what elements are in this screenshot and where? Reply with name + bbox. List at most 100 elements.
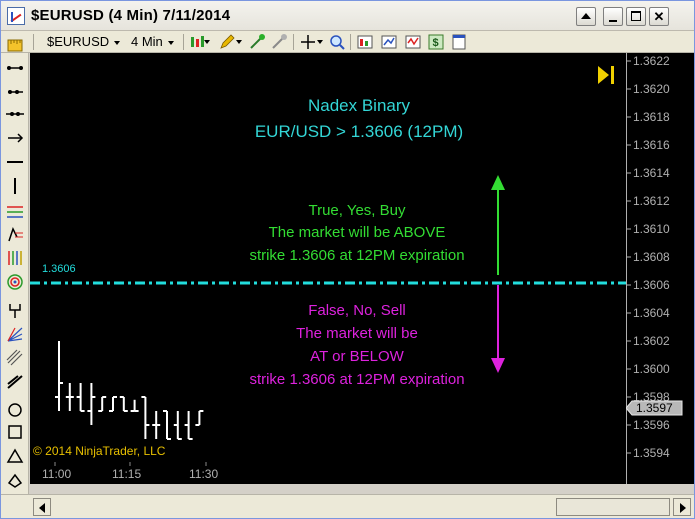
vertical-line-icon[interactable] bbox=[5, 177, 25, 195]
scroll-up-button[interactable] bbox=[576, 7, 596, 26]
left-arrow-icon bbox=[39, 503, 45, 513]
extended-line-icon[interactable] bbox=[5, 105, 25, 123]
instrument-selector[interactable]: $EURUSD bbox=[47, 33, 121, 51]
y-tick-label: 1.3618 bbox=[633, 110, 670, 124]
last-price-label: 1.3597 bbox=[636, 401, 673, 415]
above-annotation-line1: True, Yes, Buy bbox=[308, 202, 406, 219]
below-annotation-line1: False, No, Sell bbox=[308, 302, 406, 319]
toolbar-separator bbox=[293, 34, 294, 50]
time-axis[interactable]: 11:00 11:15 11:30 bbox=[30, 462, 626, 484]
polygon-icon[interactable] bbox=[5, 471, 25, 489]
pencil-icon[interactable] bbox=[218, 33, 236, 51]
maximize-icon bbox=[631, 11, 641, 21]
window-layout-icon[interactable] bbox=[450, 33, 468, 51]
scroll-thumb[interactable] bbox=[556, 498, 670, 516]
interval-label: 4 Min bbox=[131, 34, 163, 49]
copyright-text: © 2014 NinjaTrader, LLC bbox=[33, 444, 166, 458]
below-annotation-line4: strike 1.3606 at 12PM expiration bbox=[249, 371, 464, 388]
ruler-icon[interactable] bbox=[5, 37, 25, 55]
price-axis-ticks: 1.3622 1.3620 1.3618 1.3616 1.3614 1.3612 1.36… bbox=[626, 53, 670, 484]
ohlc-bar bbox=[184, 411, 193, 440]
ohlc-bar bbox=[76, 383, 85, 412]
y-tick-label: 1.3622 bbox=[633, 54, 670, 68]
fib-time-icon[interactable] bbox=[5, 249, 25, 267]
svg-text:$: $ bbox=[433, 37, 439, 49]
ohlc-bar bbox=[163, 410, 171, 440]
scroll-right-button[interactable] bbox=[673, 498, 691, 516]
magnet-icon[interactable] bbox=[248, 33, 266, 51]
properties-icon[interactable] bbox=[356, 33, 374, 51]
y-tick-label: 1.3610 bbox=[633, 222, 670, 236]
scroll-left-button[interactable] bbox=[33, 498, 51, 516]
regression-channel-icon[interactable] bbox=[5, 349, 25, 367]
title-bar[interactable]: $EURUSD (4 Min) 7/11/2014 ✕ bbox=[1, 1, 694, 31]
ohlc-bar bbox=[173, 411, 182, 440]
zoom-icon[interactable] bbox=[328, 33, 346, 51]
ellipse-icon[interactable] bbox=[5, 401, 25, 419]
y-tick-label: 1.3608 bbox=[633, 250, 670, 264]
maximize-button[interactable] bbox=[626, 7, 646, 26]
horizontal-line-icon[interactable] bbox=[5, 153, 25, 171]
line-icon[interactable] bbox=[5, 59, 25, 77]
y-tick-label: 1.3620 bbox=[633, 82, 670, 96]
above-annotation-line2: The market will be ABOVE bbox=[269, 224, 446, 241]
toolbar-separator bbox=[350, 34, 351, 50]
arrow-line-icon[interactable] bbox=[5, 129, 25, 147]
triangle-icon[interactable] bbox=[5, 447, 25, 465]
up-arrow-icon bbox=[581, 13, 591, 19]
below-annotation-line2: The market will be bbox=[296, 325, 418, 342]
ohlc-bar bbox=[65, 383, 74, 411]
ray-icon[interactable] bbox=[5, 83, 25, 101]
chart-window: $EURUSD (4 Min) 7/11/2014 ✕ $EURUSD 4 Mi… bbox=[0, 0, 695, 519]
chart-title-line1: Nadex Binary bbox=[308, 96, 411, 115]
close-button[interactable]: ✕ bbox=[649, 7, 669, 26]
ohlc-bar bbox=[130, 399, 139, 412]
below-annotation-line3: AT or BELOW bbox=[310, 348, 404, 365]
ohlc-bar bbox=[55, 341, 63, 411]
strike-label: 1.3606 bbox=[42, 263, 76, 275]
price-chart-panel[interactable]: Nadex Binary EUR/USD > 1.3606 (12PM) Tru… bbox=[30, 53, 626, 484]
y-tick-label: 1.3606 bbox=[633, 278, 670, 292]
y-tick-label: 1.3602 bbox=[633, 334, 670, 348]
data-box-icon[interactable] bbox=[380, 33, 398, 51]
toolbar-separator bbox=[33, 34, 34, 50]
chart-app-icon bbox=[7, 7, 25, 25]
gann-fan-icon[interactable] bbox=[5, 325, 25, 343]
chevron-down-icon[interactable] bbox=[204, 40, 210, 44]
minimize-icon bbox=[609, 20, 617, 22]
close-icon: ✕ bbox=[653, 9, 665, 24]
drawing-tools-panel bbox=[1, 39, 29, 494]
right-arrow-icon bbox=[680, 503, 686, 513]
hand-icon[interactable] bbox=[270, 33, 288, 51]
y-tick-label: 1.3596 bbox=[633, 418, 670, 432]
rectangle-icon[interactable] bbox=[5, 423, 25, 441]
ohlc-bar bbox=[109, 396, 117, 412]
horizontal-scrollbar[interactable] bbox=[30, 494, 694, 518]
price-chart: Nadex Binary EUR/USD > 1.3606 (12PM) Tru… bbox=[30, 66, 626, 458]
chart-toolbar: $EURUSD 4 Min $ bbox=[1, 31, 694, 53]
above-annotation-line3: strike 1.3606 at 12PM expiration bbox=[249, 247, 464, 264]
andrews-pitchfork-icon[interactable] bbox=[5, 301, 25, 319]
chevron-down-icon bbox=[167, 40, 174, 45]
price-axis-svg: 1.3622 1.3620 1.3618 1.3616 1.3614 1.3612 1.36… bbox=[626, 53, 683, 484]
window-title: $EURUSD (4 Min) 7/11/2014 bbox=[31, 7, 231, 24]
chevron-down-icon[interactable] bbox=[236, 40, 242, 44]
price-axis[interactable]: 1.3622 1.3620 1.3618 1.3616 1.3614 1.3612 1.36… bbox=[626, 53, 694, 484]
y-tick-label: 1.3600 bbox=[633, 362, 670, 376]
interval-selector[interactable]: 4 Min bbox=[131, 33, 174, 51]
fib-extension-icon[interactable] bbox=[5, 225, 25, 243]
go-to-end-icon[interactable] bbox=[598, 66, 614, 84]
dollar-icon[interactable]: $ bbox=[427, 33, 445, 51]
minimize-button[interactable] bbox=[603, 7, 623, 26]
fib-circle-icon[interactable] bbox=[5, 273, 25, 291]
crosshair-icon[interactable] bbox=[299, 33, 317, 51]
fib-retracement-icon[interactable] bbox=[5, 203, 25, 221]
time-axis-svg: 11:00 11:15 11:30 bbox=[42, 462, 218, 481]
strategy-icon[interactable] bbox=[404, 33, 422, 51]
scrollbar-corner bbox=[1, 494, 30, 518]
trend-channel-icon[interactable] bbox=[5, 373, 25, 391]
chevron-down-icon[interactable] bbox=[317, 40, 323, 44]
chart-title-line2: EUR/USD > 1.3606 (12PM) bbox=[255, 122, 463, 141]
ohlc-bar bbox=[87, 383, 96, 425]
x-tick-label: 11:15 bbox=[112, 467, 141, 481]
